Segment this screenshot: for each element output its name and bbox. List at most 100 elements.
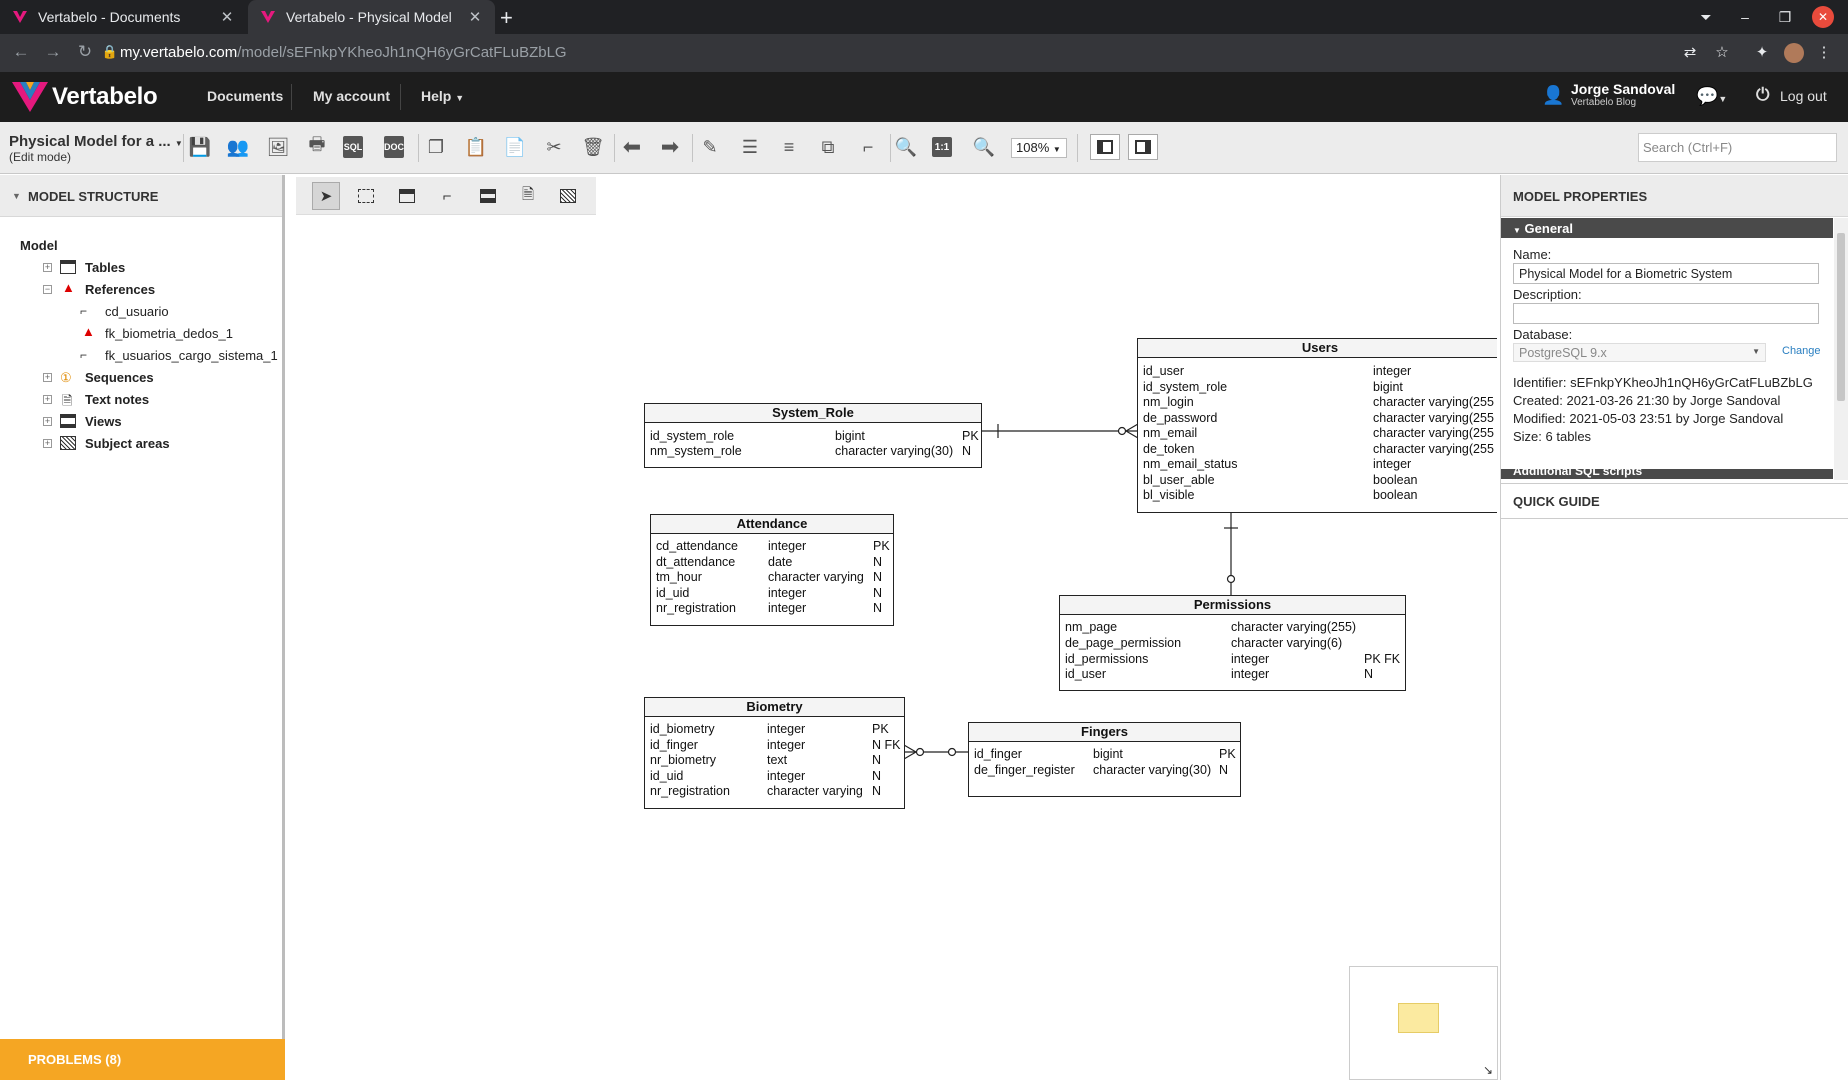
collapse-arrow-icon: ▼ xyxy=(12,191,21,201)
tree-item-subject-areas[interactable]: + Subject areas xyxy=(0,432,285,454)
tree-item-sequences[interactable]: + ① Sequences xyxy=(0,366,285,388)
line-style-icon[interactable]: ⌐ xyxy=(855,134,881,160)
browser-tab-physical-model[interactable]: Vertabelo - Physical Model ✕ xyxy=(248,0,495,34)
back-icon[interactable]: ← xyxy=(8,42,34,64)
tab-search-icon[interactable]: ⏷ xyxy=(1694,0,1718,34)
change-database-link[interactable]: Change xyxy=(1782,345,1821,357)
tree-reference-fk-usuarios[interactable]: ⌐ fk_usuarios_cargo_sistema_1 xyxy=(0,344,285,366)
table-users[interactable]: Users id_user integer id_system_role big… xyxy=(1137,338,1497,513)
nav-my-account[interactable]: My account xyxy=(313,88,390,104)
save-icon[interactable]: 💾 xyxy=(187,134,213,160)
nav-documents[interactable]: Documents xyxy=(207,88,283,104)
tree-item-text-notes[interactable]: + 🗎 Text notes xyxy=(0,388,285,410)
browser-menu-icon[interactable]: ⋮ xyxy=(1814,43,1834,63)
generate-sql-icon[interactable]: SQL xyxy=(343,136,363,158)
tree-item-tables[interactable]: + Tables xyxy=(0,256,285,278)
quick-guide-header[interactable]: QUICK GUIDE xyxy=(1501,483,1848,519)
bookmark-star-icon[interactable]: ☆ xyxy=(1712,43,1732,63)
toggle-right-panel-icon[interactable] xyxy=(1128,134,1158,160)
paste-icon[interactable]: 📋 xyxy=(463,134,489,160)
reload-icon[interactable]: ↻ xyxy=(72,42,98,64)
table-fingers[interactable]: Fingers id_finger bigint PK de_finger_re… xyxy=(968,722,1241,797)
share-icon[interactable]: 👥 xyxy=(225,134,251,160)
generate-sql-label: SQL xyxy=(343,142,363,152)
redo-icon[interactable]: ➡ xyxy=(657,134,683,160)
search-input[interactable]: Search (Ctrl+F) xyxy=(1638,133,1837,162)
subject-area-icon xyxy=(60,436,76,450)
model-structure-header[interactable]: ▼ MODEL STRUCTURE xyxy=(0,175,282,217)
restore-icon[interactable]: ❐ xyxy=(1770,0,1800,34)
column-type: integer xyxy=(1231,652,1270,666)
paste-special-icon[interactable]: 📄 xyxy=(502,134,528,160)
expand-icon[interactable]: + xyxy=(43,372,52,382)
table-biometry[interactable]: Biometry id_biometry integer PK id_finge… xyxy=(644,697,905,809)
arrange-icon[interactable]: ⧉ xyxy=(815,134,841,160)
name-field[interactable]: Physical Model for a Biometric System xyxy=(1513,263,1819,284)
tree-item-references[interactable]: − ▲ References xyxy=(0,278,285,300)
zoom-reset-icon[interactable]: 1:1 xyxy=(932,137,952,157)
close-tab-icon[interactable]: ✕ xyxy=(467,8,483,26)
table-permissions[interactable]: Permissions nm_page character varying(25… xyxy=(1059,595,1406,691)
tree-item-views[interactable]: + Views xyxy=(0,410,285,432)
table-name: Attendance xyxy=(651,515,893,534)
tree-reference-fk-biometria[interactable]: ▲ fk_biometria_dedos_1 xyxy=(0,322,285,344)
vertabelo-logo[interactable]: Vertabelo xyxy=(12,80,158,114)
tree-reference-label: fk_usuarios_cargo_sistema_1 xyxy=(105,347,278,363)
translate-icon[interactable]: ⇄ xyxy=(1680,43,1700,63)
extensions-icon[interactable]: ✦ xyxy=(1752,43,1772,63)
minimap-viewport[interactable] xyxy=(1398,1003,1439,1033)
table-attendance[interactable]: Attendance cd_attendance integer PK dt_a… xyxy=(650,514,894,626)
new-tab-icon[interactable]: + xyxy=(500,5,513,31)
app-top-nav: Vertabelo Documents My account Help ▼ 👤 … xyxy=(0,72,1848,122)
minimap[interactable]: ↘ xyxy=(1349,966,1498,1080)
toggle-left-panel-icon[interactable] xyxy=(1090,134,1120,160)
tree-root-model[interactable]: Model xyxy=(0,234,285,256)
forward-icon[interactable]: → xyxy=(40,42,66,64)
browser-tab-documents[interactable]: Vertabelo - Documents ✕ xyxy=(0,0,247,34)
edit-icon[interactable]: ✎ xyxy=(697,134,723,160)
diagram-canvas[interactable]: ➤ ⌐ 🗎 System_Role id_system_role bigint … xyxy=(288,175,1497,1080)
description-field[interactable] xyxy=(1513,303,1819,324)
url-domain: my.vertabelo.com xyxy=(120,44,238,61)
model-mode: (Edit mode) xyxy=(9,150,72,164)
power-icon[interactable]: ⏻ xyxy=(1756,85,1769,105)
general-section-header[interactable]: ▼ General xyxy=(1501,218,1833,238)
profile-avatar[interactable] xyxy=(1784,43,1804,63)
user-menu[interactable]: 👤 Jorge Sandoval Vertabelo Blog xyxy=(1542,81,1675,108)
additional-sql-section-header[interactable]: Additional SQL scripts xyxy=(1501,469,1833,479)
export-image-icon[interactable]: 🖼 xyxy=(265,134,291,160)
cut-icon[interactable]: ✂ xyxy=(541,134,567,160)
delete-icon[interactable]: 🗑 xyxy=(580,134,606,160)
expand-icon[interactable]: + xyxy=(43,416,52,426)
nav-help[interactable]: Help ▼ xyxy=(421,88,464,104)
expand-icon[interactable]: + xyxy=(43,438,52,448)
chat-icon[interactable]: 💬▼ xyxy=(1696,86,1727,107)
collapse-icon[interactable]: − xyxy=(43,284,52,294)
database-select[interactable]: PostgreSQL 9.x ▼ xyxy=(1513,343,1766,362)
minimize-icon[interactable]: – xyxy=(1730,0,1760,34)
logout-link[interactable]: Log out xyxy=(1780,88,1827,104)
distribute-icon[interactable]: ≡ xyxy=(776,134,802,160)
close-window-icon[interactable]: ✕ xyxy=(1812,6,1834,28)
zoom-select[interactable]: 108% ▼ xyxy=(1011,138,1067,158)
generate-doc-icon[interactable]: DOC xyxy=(384,136,404,158)
tree-reference-cd-usuario[interactable]: ⌐ cd_usuario xyxy=(0,300,285,322)
zoom-out-icon[interactable]: 🔍 xyxy=(893,134,919,160)
problems-bar[interactable]: PROBLEMS (8) xyxy=(0,1039,285,1080)
table-system-role[interactable]: System_Role id_system_role bigint PK nm_… xyxy=(644,403,982,468)
expand-icon[interactable]: + xyxy=(43,262,52,272)
column-type: character varying xyxy=(767,784,863,798)
url-field[interactable]: my.vertabelo.com/model/sEFnkpYKheoJh1nQH… xyxy=(120,44,567,61)
print-icon[interactable]: 🖶 xyxy=(304,134,330,160)
properties-scrollbar-thumb[interactable] xyxy=(1837,233,1845,401)
copy-icon[interactable]: ❐ xyxy=(423,134,449,160)
model-toolbar: Physical Model for a ... ▼ (Edit mode) 💾… xyxy=(0,122,1848,174)
close-tab-icon[interactable]: ✕ xyxy=(219,8,235,26)
zoom-in-icon[interactable]: 🔍 xyxy=(971,134,997,160)
expand-icon[interactable]: + xyxy=(43,394,52,404)
resize-handle-icon[interactable]: ↘ xyxy=(1483,1063,1493,1077)
undo-icon[interactable]: ⬅ xyxy=(619,134,645,160)
note-icon: 🗎 xyxy=(62,393,73,408)
model-title[interactable]: Physical Model for a ... ▼ xyxy=(9,133,183,150)
align-icon[interactable]: ☰ xyxy=(737,134,763,160)
